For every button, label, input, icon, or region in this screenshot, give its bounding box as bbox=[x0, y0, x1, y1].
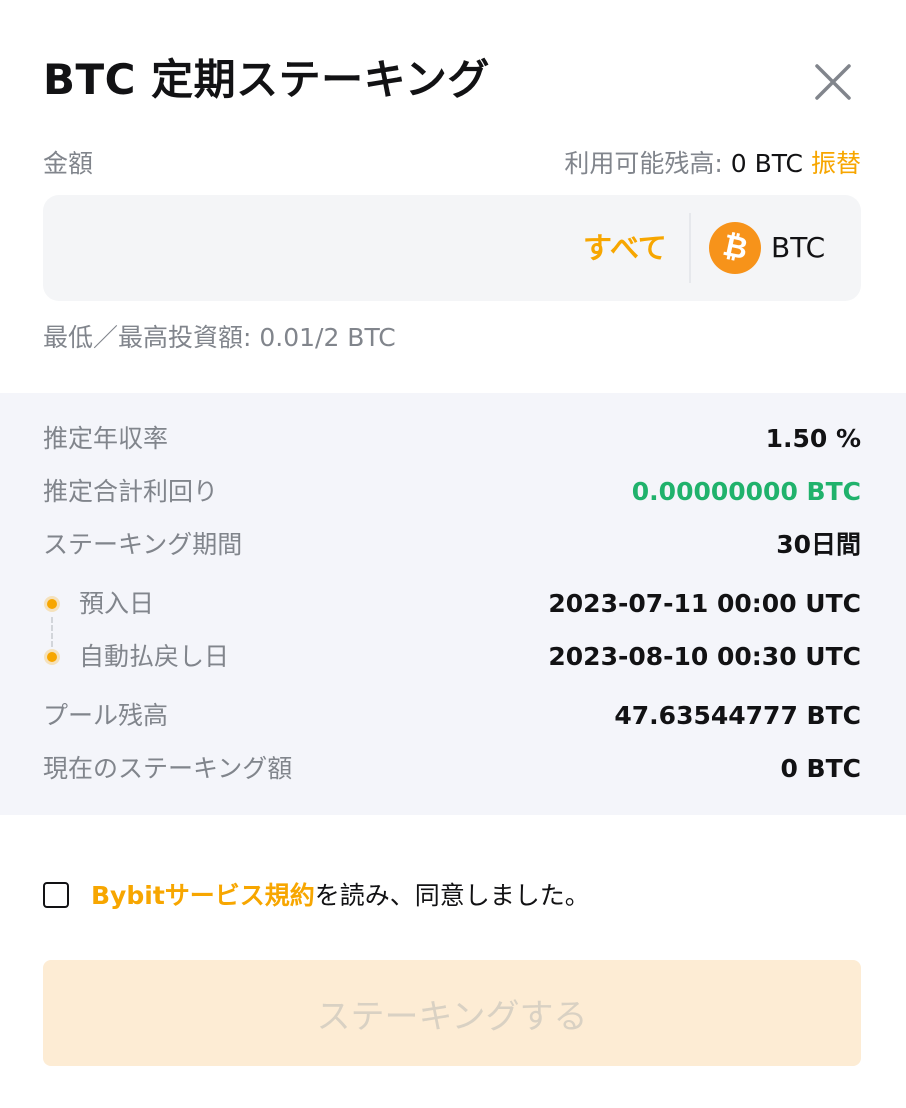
apr-label: 推定年収率 bbox=[43, 424, 169, 453]
bitcoin-icon: ₿ bbox=[709, 222, 761, 274]
agreement-suffix: を読み、同意しました。 bbox=[314, 881, 590, 910]
current-stake-row: 現在のステーキング額 0 BTC bbox=[43, 751, 861, 787]
deposit-value: 2023-07-11 00:00 UTC bbox=[548, 589, 861, 618]
modal-header: BTC 定期ステーキング bbox=[43, 52, 863, 112]
timeline-dot bbox=[47, 652, 57, 662]
transfer-link[interactable]: 振替 bbox=[811, 149, 861, 178]
divider bbox=[689, 213, 691, 283]
period-label: ステーキング期間 bbox=[43, 530, 243, 559]
yield-row: 推定合計利回り 0.00000000 BTC bbox=[43, 474, 861, 510]
close-icon[interactable] bbox=[809, 58, 857, 106]
deposit-date-row: 預入日 2023-07-11 00:00 UTC bbox=[43, 586, 861, 622]
investment-limit: 最低／最高投資額: 0.01/2 BTC bbox=[43, 323, 396, 352]
redeem-date-row: 自動払戻し日 2023-08-10 00:30 UTC bbox=[43, 639, 861, 675]
pool-balance-row: プール残高 47.63544777 BTC bbox=[43, 698, 861, 734]
agreement-text: Bybitサービス規約を読み、同意しました。 bbox=[91, 878, 590, 914]
amount-label: 金額 bbox=[43, 149, 94, 178]
agree-checkbox[interactable] bbox=[43, 882, 69, 908]
amount-row: 金額 利用可能残高: 0 BTC 振替 bbox=[43, 146, 861, 182]
available-balance: 利用可能残高: 0 BTC 振替 bbox=[564, 146, 861, 182]
redeem-label: 自動払戻し日 bbox=[79, 642, 230, 671]
bitcoin-symbol: ₿ bbox=[719, 227, 751, 268]
timeline-dot bbox=[47, 599, 57, 609]
yield-value: 0.00000000 BTC bbox=[631, 477, 861, 506]
max-button[interactable]: すべて bbox=[583, 225, 667, 271]
balance-label: 利用可能残高: bbox=[564, 149, 731, 178]
deposit-label: 預入日 bbox=[79, 589, 155, 618]
stake-button[interactable]: ステーキングする bbox=[43, 960, 861, 1066]
terms-link[interactable]: Bybitサービス規約 bbox=[91, 881, 315, 910]
current-stake-label: 現在のステーキング額 bbox=[43, 754, 293, 783]
pool-value: 47.63544777 BTC bbox=[614, 701, 861, 730]
modal-title: BTC 定期ステーキング bbox=[43, 55, 490, 104]
balance-value: 0 BTC bbox=[730, 149, 803, 178]
period-value: 30日間 bbox=[776, 530, 861, 559]
apr-row: 推定年収率 1.50 % bbox=[43, 421, 861, 457]
apr-value: 1.50 % bbox=[765, 424, 861, 453]
pool-label: プール残高 bbox=[43, 701, 169, 730]
amount-input-box: すべて ₿ BTC bbox=[43, 195, 861, 301]
amount-input[interactable] bbox=[63, 223, 563, 273]
coin-name: BTC bbox=[771, 231, 826, 264]
current-stake-value: 0 BTC bbox=[780, 754, 861, 783]
period-row: ステーキング期間 30日間 bbox=[43, 527, 861, 563]
agreement-row: Bybitサービス規約を読み、同意しました。 bbox=[43, 878, 861, 914]
yield-label: 推定合計利回り bbox=[43, 477, 219, 506]
redeem-value: 2023-08-10 00:30 UTC bbox=[548, 642, 861, 671]
